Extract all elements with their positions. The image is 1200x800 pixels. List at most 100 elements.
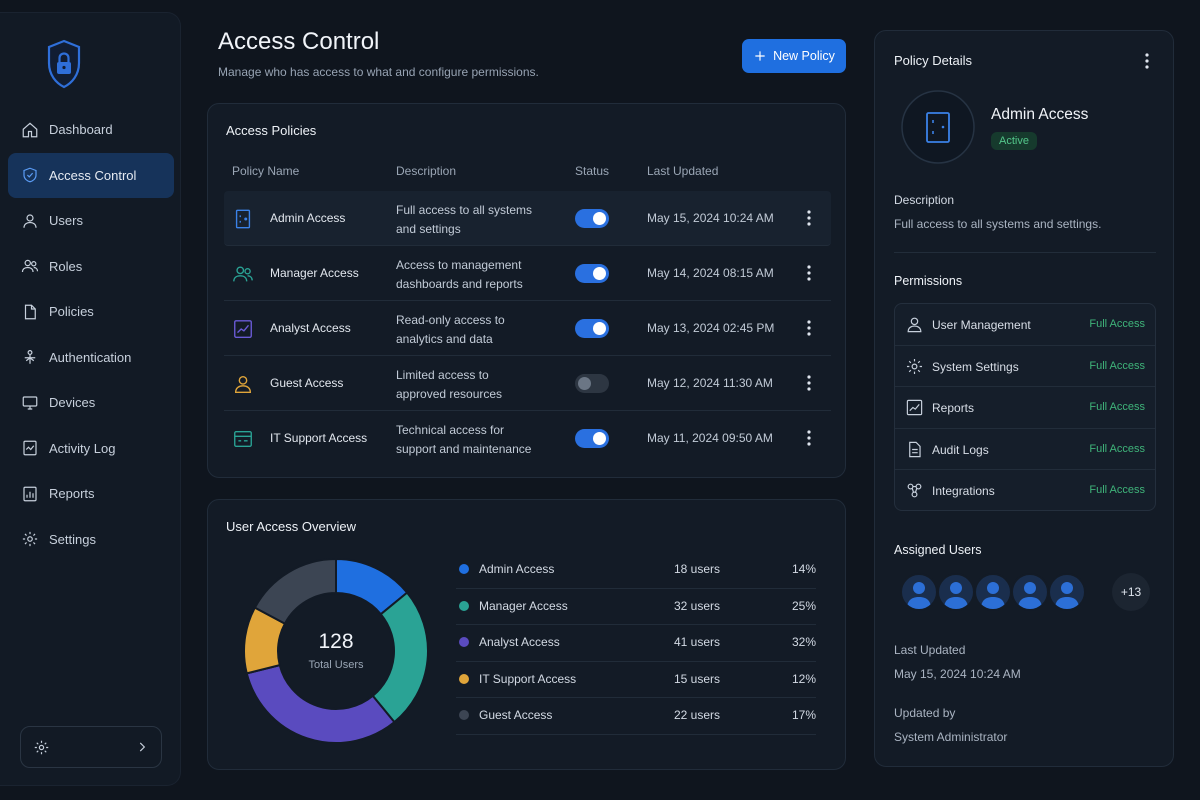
sidebar-item-policies[interactable]: Policies: [8, 289, 174, 335]
status-toggle[interactable]: [575, 319, 609, 338]
plus-icon: [755, 51, 765, 61]
legend-label: Guest Access: [479, 708, 553, 722]
permission-level: Full Access: [1089, 401, 1145, 413]
table-row-admin-access[interactable]: Admin Access Full access to all systems a…: [224, 191, 831, 246]
description-line: and settings: [396, 222, 461, 236]
avatar[interactable]: [900, 573, 938, 611]
policy-name: Admin Access: [270, 211, 346, 225]
sidebar-item-label: Policies: [49, 304, 94, 320]
sidebar-item-users[interactable]: Users: [8, 198, 174, 244]
permissions-list: User Management Full Access System Setti…: [894, 303, 1156, 511]
legend-users: 15 users: [674, 671, 721, 686]
column-header-policy-name: Policy Name: [232, 164, 300, 178]
new-policy-button[interactable]: New Policy: [742, 39, 846, 73]
door-icon: [235, 209, 251, 229]
last-updated: May 11, 2024 09:50 AM: [647, 431, 773, 445]
policy-description: Read-only access to analytics and data: [396, 311, 546, 349]
column-header-status: Status: [575, 164, 610, 178]
avatar[interactable]: [1011, 573, 1049, 611]
status-toggle[interactable]: [575, 264, 609, 283]
door-icon: [901, 90, 975, 164]
permission-level: Full Access: [1089, 442, 1145, 455]
status-toggle[interactable]: [575, 374, 609, 393]
status-toggle[interactable]: [575, 429, 609, 448]
sidebar-item-label: Access Control: [49, 167, 137, 183]
last-updated: May 15, 2024 10:24 AM: [647, 211, 774, 225]
table-row-manager-access[interactable]: Manager Access Access to management dashb…: [224, 246, 831, 301]
last-updated-value: May 15, 2024 10:24 AM: [894, 667, 1021, 681]
permission-level: Full Access: [1089, 359, 1145, 372]
avatar[interactable]: [1048, 573, 1086, 611]
user-avatar-icon: [1055, 582, 1079, 609]
user-icon: [907, 317, 922, 333]
more-options-icon[interactable]: [802, 208, 816, 228]
legend-row: Manager Access 32 users 25%: [456, 589, 816, 625]
policy-description: Full access to all systems and settings: [396, 201, 546, 239]
legend-label: Analyst Access: [479, 635, 560, 649]
panel-title: Policy Details: [894, 53, 973, 68]
sidebar-item-devices[interactable]: Devices: [8, 380, 174, 426]
more-options-icon[interactable]: [1140, 51, 1154, 71]
sidebar-item-dashboard[interactable]: Dashboard: [8, 107, 174, 153]
sidebar-item-label: Reports: [49, 486, 95, 502]
more-options-icon[interactable]: [802, 318, 816, 338]
user-access-overview-card: User Access Overview 128 Total Users Adm…: [207, 499, 846, 770]
shield-lock-logo-icon: [47, 39, 81, 89]
column-header-last-updated: Last Updated: [647, 164, 719, 178]
policy-description: Limited access to approved resources: [396, 366, 546, 404]
legend-users: 22 users: [674, 708, 721, 722]
sidebar-item-activity-log[interactable]: Activity Log: [8, 426, 174, 472]
permission-row[interactable]: Reports Full Access: [895, 387, 1155, 429]
donut-chart: 128 Total Users: [243, 558, 429, 744]
table-row-guest-access[interactable]: Guest Access Limited access to approved r…: [224, 356, 831, 411]
more-options-icon[interactable]: [802, 263, 816, 283]
description-line: Access to management: [396, 258, 522, 272]
avatar[interactable]: [937, 573, 975, 611]
card-title: Access Policies: [226, 123, 317, 138]
sidebar-item-access-control[interactable]: Access Control: [8, 152, 174, 198]
last-updated-label: Last Updated: [894, 643, 966, 657]
user-avatar-icon: [981, 582, 1005, 609]
permission-row[interactable]: Integrations Full Access: [895, 470, 1155, 512]
policy-name: IT Support Access: [270, 431, 368, 445]
last-updated: May 14, 2024 08:15 AM: [647, 266, 774, 280]
permissions-label: Permissions: [894, 274, 963, 288]
legend-label: Admin Access: [479, 562, 555, 576]
monitor-icon: [22, 396, 38, 410]
legend-label: IT Support Access: [479, 671, 577, 686]
legend-percent: 12%: [791, 671, 816, 686]
report-icon: [23, 486, 37, 502]
user-icon: [234, 375, 252, 393]
table-row-analyst-access[interactable]: Analyst Access Read-only access to analyt…: [224, 301, 831, 356]
sidebar-settings-toggle[interactable]: [20, 726, 162, 768]
legend-users: 18 users: [674, 562, 721, 576]
table-row-it-support-access[interactable]: IT Support Access Technical access for su…: [224, 411, 831, 466]
status-toggle[interactable]: [575, 209, 609, 228]
more-options-icon[interactable]: [802, 373, 816, 393]
assigned-users-label: Assigned Users: [894, 543, 982, 557]
sidebar-item-settings[interactable]: Settings: [8, 517, 174, 563]
user-avatar-icon: [907, 582, 931, 609]
sidebar-item-roles[interactable]: Roles: [8, 244, 174, 290]
access-policies-card: Access Policies Policy Name Description …: [207, 103, 846, 478]
sidebar-item-label: Activity Log: [49, 440, 116, 456]
legend-row: IT Support Access 15 users 12%: [456, 662, 816, 698]
sidebar-item-reports[interactable]: Reports: [8, 471, 174, 517]
total-users-label: Total Users: [308, 659, 364, 671]
permission-row[interactable]: User Management Full Access: [895, 304, 1155, 346]
description-line: support and maintenance: [396, 442, 532, 456]
sidebar-item-authentication[interactable]: Authentication: [8, 335, 174, 381]
more-users-count[interactable]: +13: [1112, 573, 1150, 611]
user-avatar-icon: [944, 582, 968, 609]
policy-name: Admin Access: [991, 106, 1089, 123]
avatar[interactable]: [974, 573, 1012, 611]
legend-percent: 32%: [791, 635, 816, 649]
permission-row[interactable]: System Settings Full Access: [895, 346, 1155, 387]
description-line: Technical access for: [396, 423, 505, 437]
chart-icon: [234, 320, 252, 338]
policy-name: Guest Access: [270, 376, 344, 390]
updated-by-value: System Administrator: [894, 730, 1008, 744]
permission-row[interactable]: Audit Logs Full Access: [895, 429, 1155, 470]
more-options-icon[interactable]: [802, 428, 816, 448]
permission-name: Integrations: [932, 484, 995, 498]
